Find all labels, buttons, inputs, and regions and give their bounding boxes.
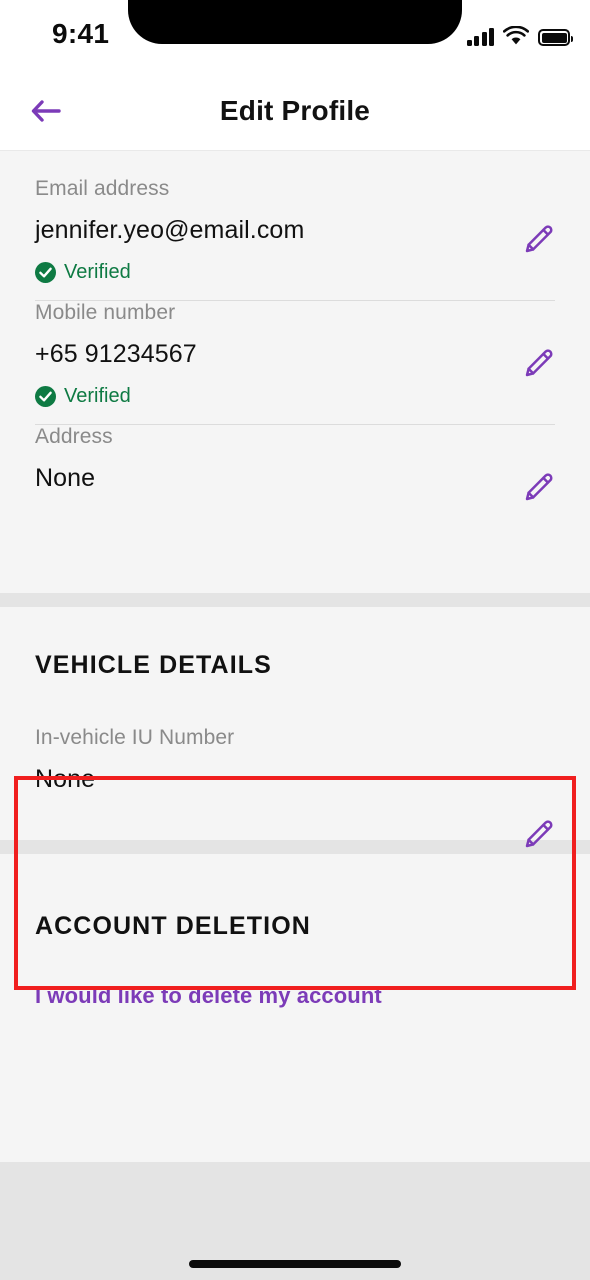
field-value: None	[35, 464, 96, 492]
pencil-icon[interactable]	[521, 223, 555, 257]
pencil-icon[interactable]	[521, 818, 555, 852]
pencil-icon[interactable]	[521, 347, 555, 381]
status-bar-time: 9:41	[52, 18, 110, 49]
field-label: In-vehicle IU Number	[35, 726, 235, 749]
section-separator	[0, 840, 590, 854]
section-heading-vehicle: VEHICLE DETAILS	[35, 651, 272, 679]
verified-label: Verified	[64, 385, 131, 407]
field-iu-number[interactable]: In-vehicle IU Number None	[35, 726, 555, 848]
section-separator	[0, 593, 590, 607]
check-circle-icon	[35, 262, 56, 283]
delete-account-link[interactable]: I would like to delete my account	[35, 983, 382, 1009]
check-circle-icon	[35, 386, 56, 407]
field-value: None	[35, 765, 96, 793]
contact-details-section: Email address jennifer.yeo@email.com Ver…	[0, 151, 590, 593]
battery-full-icon	[538, 29, 573, 46]
profile-content: Email address jennifer.yeo@email.com Ver…	[0, 151, 590, 1280]
field-label: Mobile number	[35, 301, 176, 324]
account-deletion-section: ACCOUNT DELETION I would like to delete …	[0, 854, 590, 1162]
field-label: Email address	[35, 177, 170, 200]
field-mobile-number[interactable]: Mobile number +65 91234567 Verified	[35, 301, 555, 424]
status-bar: 9:41	[0, 0, 590, 72]
status-bar-icons	[466, 20, 573, 46]
page-title: Edit Profile	[219, 95, 371, 126]
pencil-icon[interactable]	[521, 471, 555, 505]
home-indicator	[189, 1260, 401, 1268]
section-heading-deletion: ACCOUNT DELETION	[35, 912, 311, 940]
status-badge: Verified	[35, 385, 555, 408]
field-label: Address	[35, 425, 113, 448]
cellular-signal-icon	[466, 26, 494, 46]
nav-header: Edit Profile	[0, 72, 590, 151]
dynamic-island	[128, 0, 462, 44]
status-badge: Verified	[35, 261, 555, 284]
wifi-icon	[503, 26, 529, 45]
field-value: jennifer.yeo@email.com	[35, 216, 305, 244]
vehicle-details-section: VEHICLE DETAILS In-vehicle IU Number Non…	[0, 607, 590, 848]
field-address[interactable]: Address None	[35, 425, 555, 571]
verified-label: Verified	[64, 261, 131, 283]
field-value: +65 91234567	[35, 340, 197, 368]
field-email-address[interactable]: Email address jennifer.yeo@email.com Ver…	[35, 177, 555, 300]
